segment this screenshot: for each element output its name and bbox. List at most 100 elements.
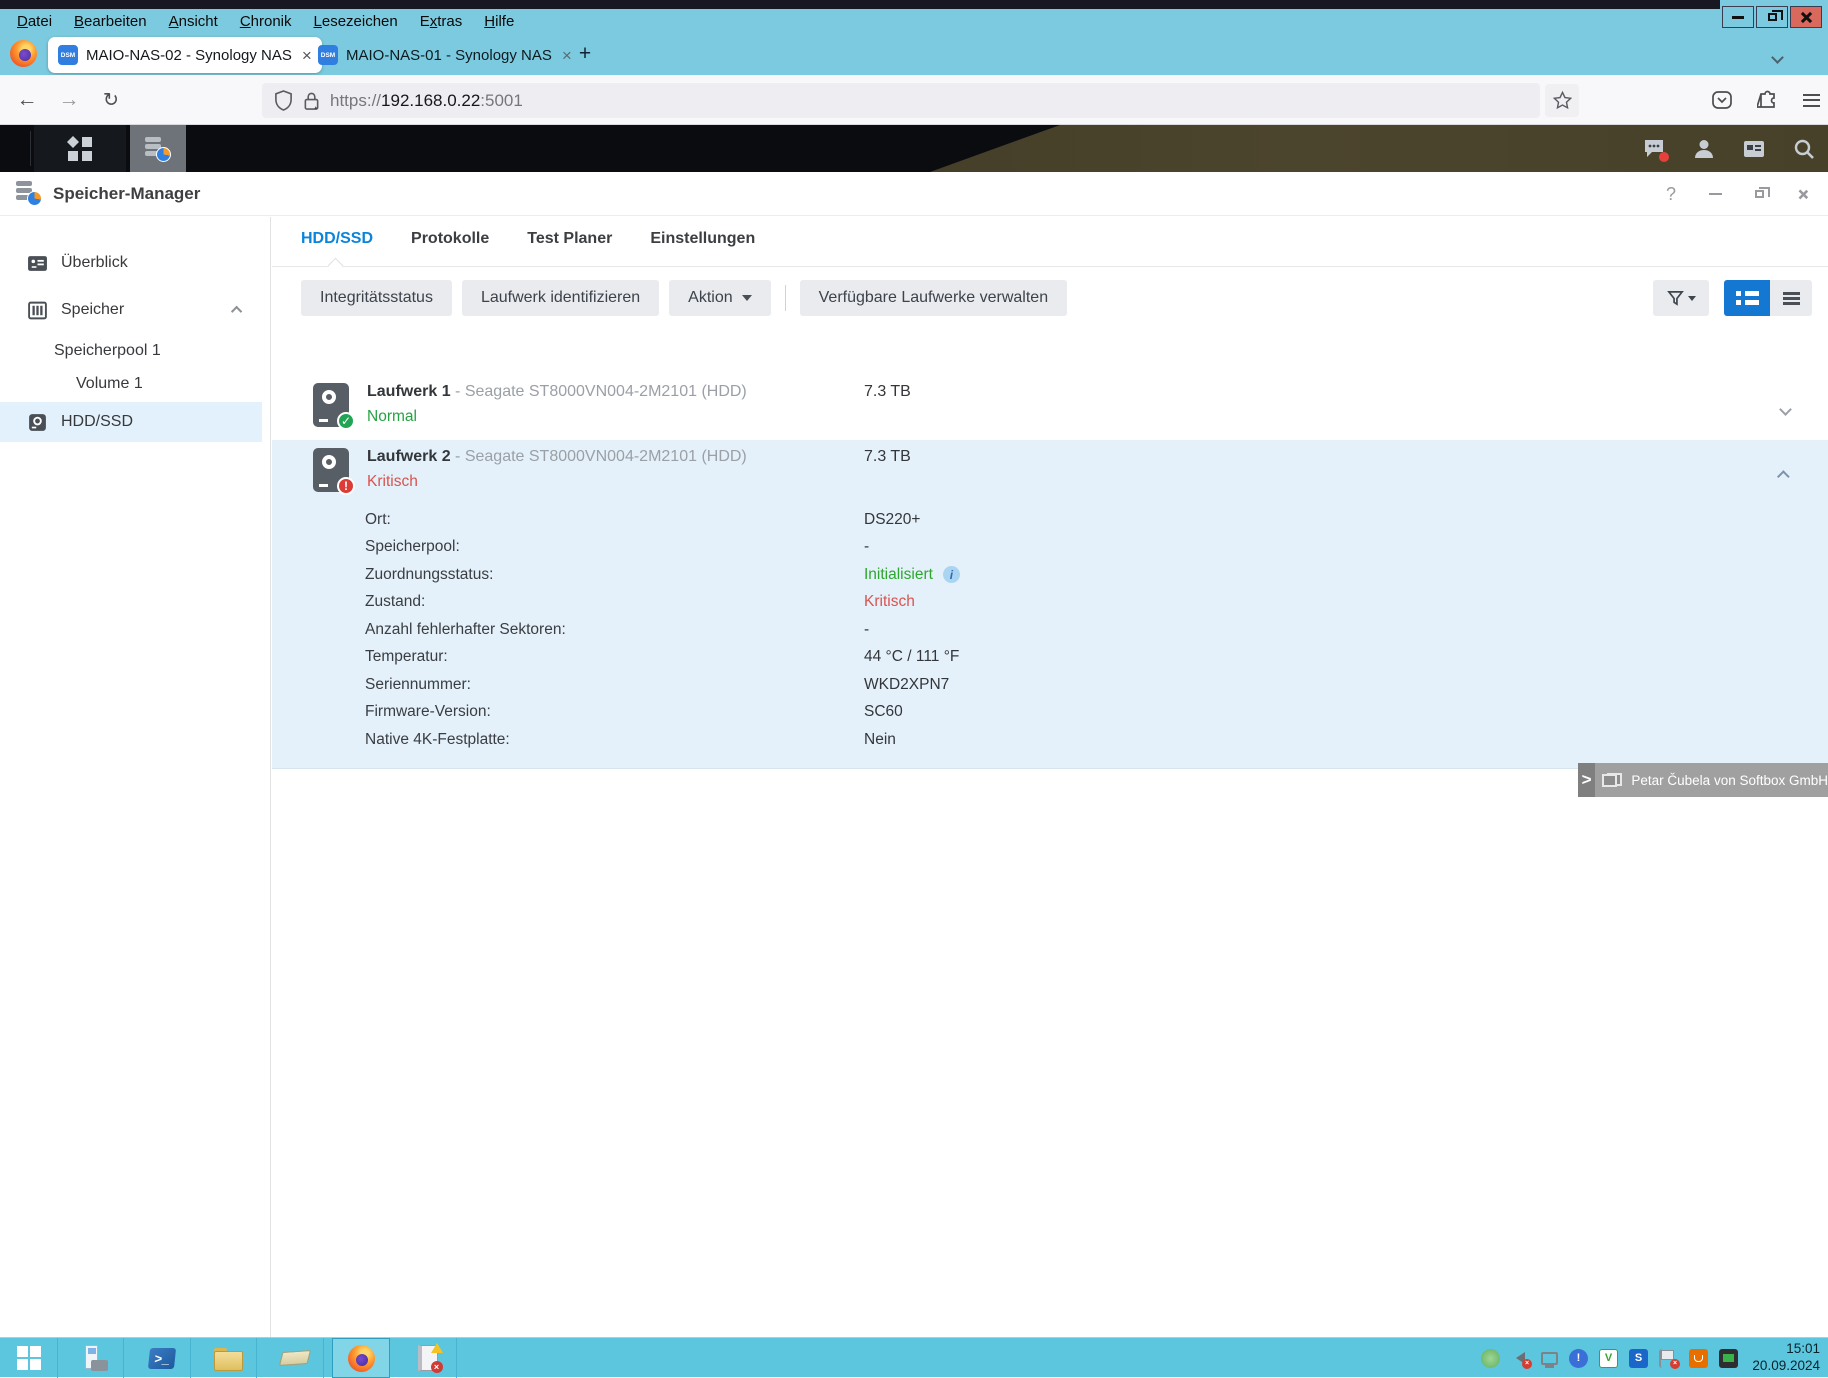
info-balloon-icon[interactable]: ! bbox=[1569, 1349, 1588, 1368]
filter-funnel-icon bbox=[1667, 290, 1684, 307]
minimize-button[interactable] bbox=[1706, 185, 1724, 203]
sidebar-item-speicher[interactable]: Speicher bbox=[0, 290, 262, 330]
sidebar-label: Überblick bbox=[61, 254, 128, 272]
menu-hamburger-icon[interactable] bbox=[1803, 94, 1820, 107]
tab-title: MAIO-NAS-02 - Synology NAS bbox=[86, 47, 292, 64]
search-icon[interactable] bbox=[1792, 137, 1816, 161]
firefox-taskbar-button[interactable] bbox=[332, 1338, 390, 1378]
lock-icon[interactable] bbox=[303, 91, 320, 111]
identify-drive-button[interactable]: Laufwerk identifizieren bbox=[462, 280, 659, 316]
detail-row-seriennummer: Seriennummer: WKD2XPN7 bbox=[272, 671, 1828, 699]
detail-view-button[interactable] bbox=[1770, 280, 1812, 316]
bookmark-star-icon[interactable] bbox=[1545, 84, 1579, 117]
manage-available-drives-button[interactable]: Verfügbare Laufwerke verwalten bbox=[800, 280, 1067, 316]
drive-row-1[interactable]: ✓ Laufwerk 1 - Seagate ST8000VN004-2M210… bbox=[272, 375, 1828, 440]
restore-button[interactable] bbox=[1750, 185, 1768, 203]
sidebar-item-ueberblick[interactable]: Überblick bbox=[0, 243, 262, 283]
firefox-navbar: ← → ↻ https://192.168.0.22:5001 bbox=[0, 75, 1828, 125]
sidebar-item-hdd-ssd[interactable]: HDD/SSD bbox=[0, 402, 262, 442]
event-log-button[interactable]: × bbox=[399, 1338, 457, 1378]
toolbar: Integritätsstatus Laufwerk identifiziere… bbox=[301, 280, 1067, 316]
menu-lesezeichen[interactable]: Lesezeichen bbox=[303, 13, 409, 30]
powershell-button[interactable]: >_ bbox=[133, 1338, 191, 1378]
active-tab-notch bbox=[328, 258, 344, 274]
close-button[interactable] bbox=[1794, 185, 1812, 203]
widgets-icon[interactable] bbox=[1742, 137, 1766, 161]
collapse-chevron-icon[interactable] bbox=[234, 301, 242, 319]
health-status-button[interactable]: Integritätsstatus bbox=[301, 280, 452, 316]
file-explorer-button[interactable] bbox=[199, 1338, 257, 1378]
drive-details: Ort: DS220+ Speicherpool: - Zuordnungsst… bbox=[272, 505, 1828, 754]
close-button[interactable] bbox=[1790, 6, 1822, 28]
server-manager-button[interactable] bbox=[66, 1338, 124, 1378]
help-button[interactable]: ? bbox=[1662, 185, 1680, 203]
toolbar-right bbox=[1653, 280, 1812, 316]
window-controls: ? bbox=[1662, 172, 1812, 216]
veeam-tray-icon[interactable]: V bbox=[1599, 1349, 1618, 1368]
storage-manager-taskbutton[interactable] bbox=[130, 125, 186, 172]
menu-extras[interactable]: Extras bbox=[409, 13, 474, 30]
notifications-icon[interactable] bbox=[1642, 137, 1666, 161]
reload-button[interactable]: ↻ bbox=[92, 75, 130, 125]
navbar-right-icons bbox=[1711, 75, 1820, 125]
expand-chevron-icon[interactable] bbox=[1781, 401, 1790, 419]
extensions-puzzle-icon[interactable] bbox=[1757, 89, 1779, 111]
menu-ansicht[interactable]: Ansicht bbox=[158, 13, 229, 30]
menu-hilfe[interactable]: Hilfe bbox=[473, 13, 525, 30]
dsm-favicon: DSM bbox=[318, 45, 338, 65]
tab-maio-nas-02[interactable]: DSM MAIO-NAS-02 - Synology NAS × bbox=[48, 37, 322, 73]
start-button[interactable] bbox=[0, 1338, 58, 1378]
list-all-tabs-icon[interactable] bbox=[1773, 49, 1782, 67]
window-titlebar[interactable]: Speicher-Manager ? bbox=[0, 172, 1828, 216]
tab-test-planer[interactable]: Test Planer bbox=[527, 230, 612, 248]
tab-maio-nas-01[interactable]: DSM MAIO-NAS-01 - Synology NAS × bbox=[308, 37, 582, 73]
minimize-button[interactable] bbox=[1722, 6, 1754, 28]
tab-close-icon[interactable]: × bbox=[562, 47, 572, 64]
action-dropdown-button[interactable]: Aktion bbox=[669, 280, 770, 316]
drive-capacity: 7.3 TB bbox=[864, 383, 911, 401]
panel-expand-button[interactable]: > bbox=[1578, 763, 1595, 797]
shield-icon[interactable] bbox=[274, 90, 293, 111]
restore-icon bbox=[1768, 13, 1777, 21]
browser-window-controls bbox=[1720, 6, 1822, 28]
filter-button[interactable] bbox=[1653, 280, 1709, 316]
sidebar-label: Volume 1 bbox=[76, 375, 143, 393]
clock-date: 20.09.2024 bbox=[1752, 1357, 1820, 1374]
restore-button[interactable] bbox=[1756, 6, 1788, 28]
windows-logo-icon bbox=[17, 1346, 41, 1370]
scanner-app-button[interactable] bbox=[266, 1338, 324, 1378]
content-tabs: HDD/SSD Protokolle Test Planer Einstellu… bbox=[301, 230, 755, 248]
sidebar-item-speicherpool-1[interactable]: Speicherpool 1 bbox=[0, 335, 262, 366]
sidebar-label: HDD/SSD bbox=[61, 413, 133, 431]
list-view-icon bbox=[1736, 291, 1759, 305]
sidebar-item-volume-1[interactable]: Volume 1 bbox=[0, 368, 262, 399]
teamviewer-tray-icon[interactable] bbox=[1719, 1349, 1738, 1368]
info-icon[interactable]: i bbox=[943, 566, 960, 583]
green-app-tray-icon[interactable] bbox=[1481, 1349, 1500, 1368]
sophos-tray-icon[interactable]: S bbox=[1629, 1349, 1648, 1368]
tab-einstellungen[interactable]: Einstellungen bbox=[650, 230, 755, 248]
firefox-menubar: Datei Bearbeiten Ansicht Chronik Lesezei… bbox=[0, 0, 1828, 33]
flag-error-icon[interactable]: × bbox=[1659, 1349, 1678, 1368]
collapse-chevron-icon[interactable] bbox=[1781, 466, 1790, 484]
back-button[interactable]: ← bbox=[8, 75, 46, 125]
list-view-button[interactable] bbox=[1724, 280, 1770, 316]
taskbar-clock[interactable]: 15:01 20.09.2024 bbox=[1752, 1340, 1820, 1374]
network-pc-icon[interactable] bbox=[1541, 1352, 1558, 1365]
java-tray-icon[interactable] bbox=[1689, 1349, 1708, 1368]
tab-protokolle[interactable]: Protokolle bbox=[411, 230, 489, 248]
volume-muted-icon[interactable]: × bbox=[1511, 1349, 1530, 1368]
url-bar[interactable]: https://192.168.0.22:5001 bbox=[262, 83, 1540, 118]
drive-row-2[interactable]: ! Laufwerk 2 - Seagate ST8000VN004-2M210… bbox=[272, 440, 1828, 505]
menu-datei[interactable]: Datei bbox=[6, 13, 63, 30]
app-launcher-button[interactable] bbox=[34, 125, 126, 172]
pocket-save-icon[interactable] bbox=[1711, 89, 1733, 111]
new-tab-button[interactable]: + bbox=[572, 43, 598, 67]
tab-hdd-ssd[interactable]: HDD/SSD bbox=[301, 230, 373, 248]
menu-bearbeiten[interactable]: Bearbeiten bbox=[63, 13, 158, 30]
user-icon[interactable] bbox=[1692, 137, 1716, 161]
drive-name: Laufwerk 2 bbox=[367, 448, 451, 465]
filter-caret-icon bbox=[1688, 296, 1696, 301]
menu-chronik[interactable]: Chronik bbox=[229, 13, 303, 30]
forward-button[interactable]: → bbox=[50, 75, 88, 125]
